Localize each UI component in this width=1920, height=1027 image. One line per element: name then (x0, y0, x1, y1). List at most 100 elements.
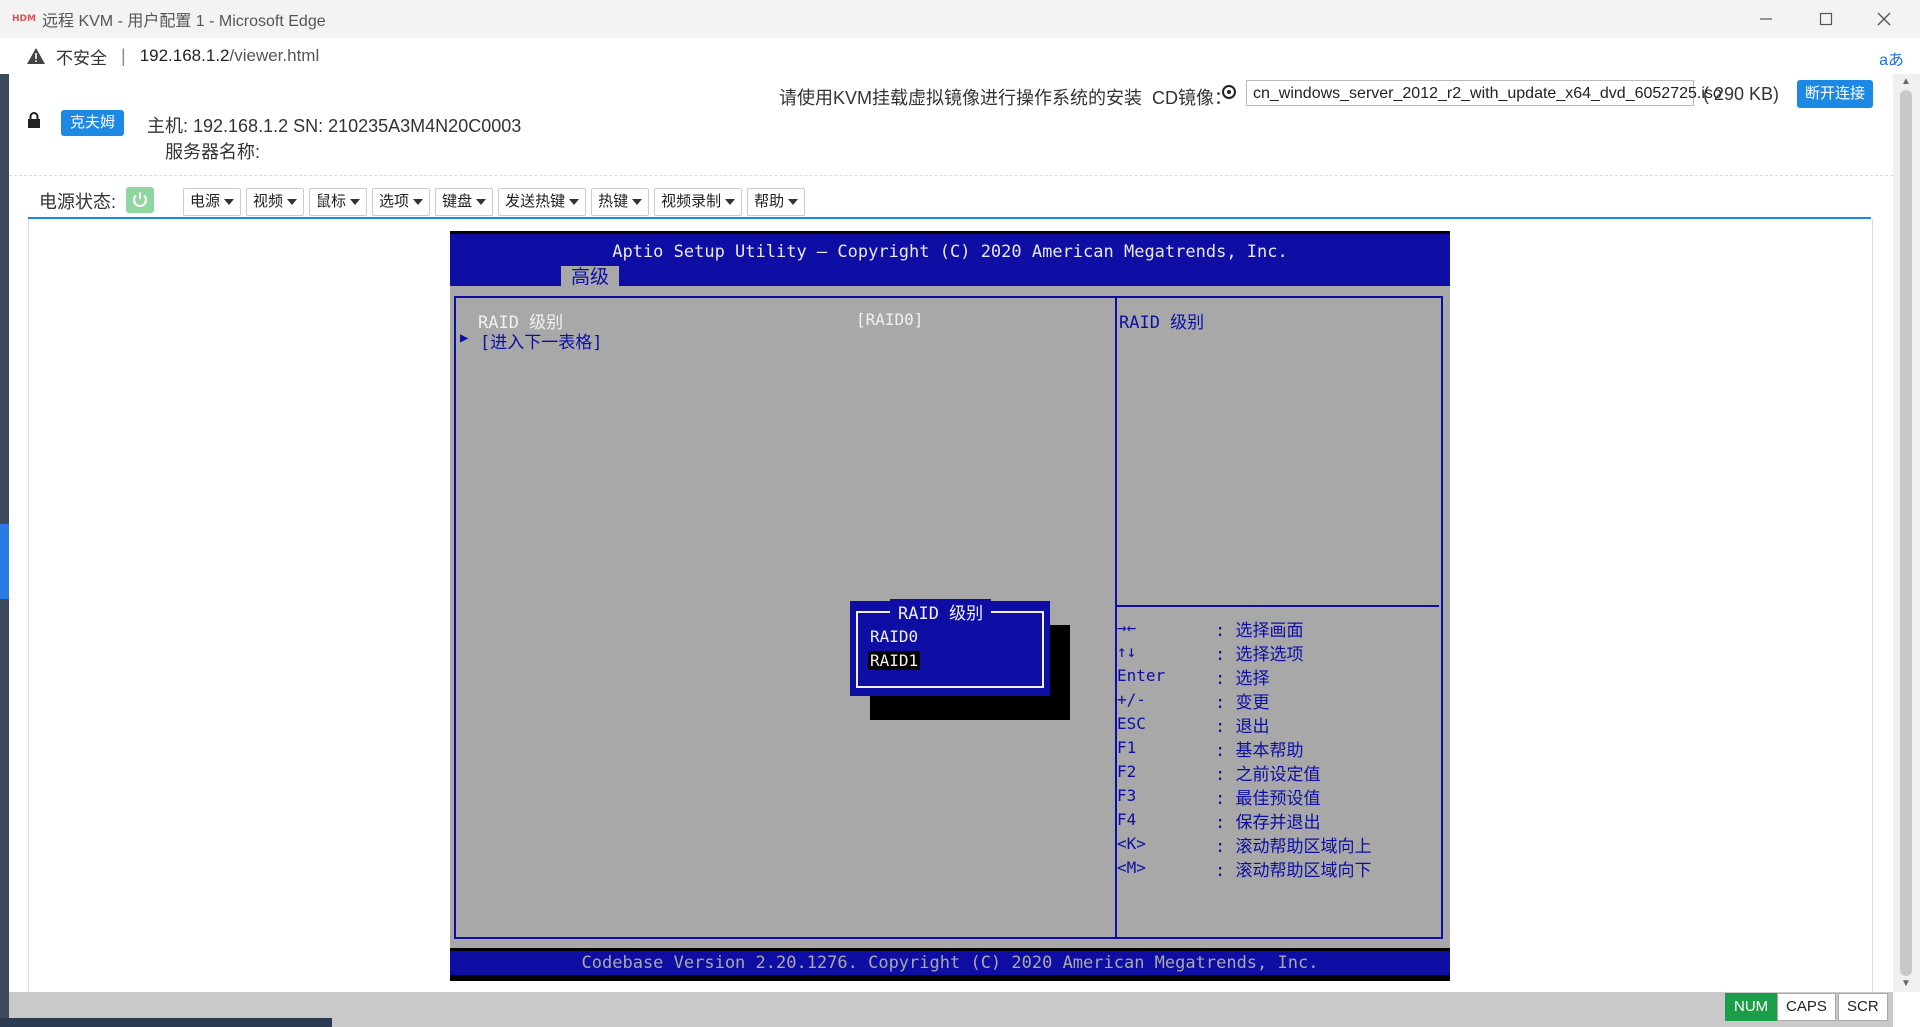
bios-help-pane: RAID 级别 →←: 选择画面 ↑↓: 选择选项 Enter: 选择 +/-:… (1115, 296, 1443, 939)
key-desc: : 退出 (1215, 717, 1270, 737)
host-info: 主机: 192.168.1.2 SN: 210235A3M4N20C0003 (147, 116, 522, 136)
caret-down-icon (632, 199, 643, 206)
cd-image-field[interactable]: cn_windows_server_2012_r2_with_update_x6… (1246, 80, 1722, 106)
key-enter: Enter (1117, 666, 1166, 685)
notice-text: 请使用KVM挂载虚拟镜像进行操作系统的安装 (779, 88, 1143, 108)
menu-options[interactable]: 选项 (372, 188, 431, 216)
key-m: <M> (1117, 858, 1146, 877)
power-status-label: 电源状态: (39, 192, 117, 212)
address-bar[interactable]: 不安全 | 192.168.1.2/viewer.html aあ (0, 38, 1920, 74)
menu-label: 视频 (253, 193, 284, 210)
left-edge-highlight (0, 524, 9, 599)
status-bar: NUM CAPS SCR (0, 992, 1893, 1027)
key-f2: F2 (1117, 762, 1137, 781)
menu-video[interactable]: 视频 (246, 188, 305, 216)
kvm-toolbar: 电源状态: 电源 视频 鼠标 选项 键盘 发送热键 热键 视频录制 帮助 (9, 178, 1893, 218)
menu-help[interactable]: 帮助 (747, 188, 806, 216)
maximize-button[interactable] (1798, 0, 1854, 38)
title-bar: HDM 远程 KVM - 用户配置 1 - Microsoft Edge (0, 0, 1920, 38)
browser-window: HDM 远程 KVM - 用户配置 1 - Microsoft Edge 不安全… (0, 0, 1920, 1027)
remote-screen[interactable]: Aptio Setup Utility – Copyright (C) 2020… (450, 231, 1450, 981)
taskbar-edge (0, 1018, 332, 1027)
key-f1: F1 (1117, 738, 1137, 757)
disconnect-button[interactable]: 断开连接 (1797, 80, 1873, 108)
power-status-button[interactable] (126, 187, 154, 213)
menu-send-hotkey[interactable]: 发送热键 (498, 188, 587, 216)
kvm-header: 克夫姆 主机: 192.168.1.2 SN: 210235A3M4N20C00… (9, 74, 1893, 174)
key-f4: F4 (1117, 810, 1137, 829)
menu-label: 鼠标 (316, 193, 347, 210)
app-icon: HDM (12, 14, 36, 24)
caret-down-icon (350, 199, 361, 206)
url-text[interactable]: 192.168.1.2/viewer.html (140, 46, 320, 66)
caret-down-icon (725, 199, 736, 206)
lock-icon (28, 112, 40, 128)
key-desc: : 最佳预设值 (1215, 789, 1321, 809)
caret-down-icon (413, 199, 424, 206)
scroll-lock-indicator: SCR (1838, 993, 1888, 1021)
key-desc: : 滚动帮助区域向下 (1215, 861, 1372, 881)
key-desc: : 滚动帮助区域向上 (1215, 837, 1372, 857)
key-desc: : 之前设定值 (1215, 765, 1321, 785)
bios-footer: Codebase Version 2.20.1276. Copyright (C… (450, 951, 1450, 975)
menu-label: 视频录制 (661, 193, 722, 210)
help-title: RAID 级别 (1119, 313, 1205, 333)
bios-title: Aptio Setup Utility – Copyright (C) 2020… (612, 242, 1288, 262)
caret-down-icon (476, 199, 487, 206)
address-separator: | (121, 45, 126, 66)
setting-next-form[interactable]: [进入下一表格] (480, 328, 602, 353)
window-title: 远程 KVM - 用户配置 1 - Microsoft Edge (42, 13, 326, 30)
key-plus-minus: +/- (1117, 690, 1146, 709)
user-button[interactable]: 克夫姆 (61, 110, 125, 136)
popup-title: RAID 级别 (890, 599, 992, 624)
menu-keyboard[interactable]: 键盘 (435, 188, 494, 216)
security-label[interactable]: 不安全 (56, 44, 107, 69)
install-notice: 请使用KVM挂载虚拟镜像进行操作系统的安装 CD镜像： (779, 84, 1232, 110)
menu-label: 选项 (379, 193, 410, 210)
bios-tab-advanced[interactable]: 高级 (561, 266, 619, 288)
key-arrows-ud: ↑↓ (1117, 642, 1137, 661)
caret-down-icon (224, 199, 235, 206)
key-f3: F3 (1117, 786, 1137, 805)
menu-label: 电源 (190, 193, 221, 210)
url-path: /viewer.html (229, 46, 320, 65)
num-lock-indicator: NUM (1725, 993, 1778, 1021)
scrollbar-thumb[interactable] (1900, 90, 1912, 976)
maximize-icon (1819, 12, 1833, 26)
key-desc: : 变更 (1215, 693, 1270, 713)
url-host: 192.168.1.2 (139, 46, 230, 65)
help-divider (1117, 605, 1439, 607)
menu-hotkey[interactable]: 热键 (591, 188, 650, 216)
caret-down-icon (569, 199, 580, 206)
key-k: <K> (1117, 834, 1146, 853)
popup-option-raid1[interactable]: RAID1 (868, 651, 921, 670)
page-scrollbar[interactable]: ▲ ▼ (1893, 74, 1920, 992)
read-aloud-icon[interactable]: aあ (1879, 46, 1904, 70)
caret-down-icon (287, 199, 298, 206)
key-desc: : 选择画面 (1215, 621, 1304, 641)
menu-label: 帮助 (754, 193, 785, 210)
minimize-button[interactable] (1738, 0, 1794, 38)
raid-level-popup[interactable]: RAID 级别 RAID0 RAID1 (850, 599, 1050, 696)
key-desc: : 选择选项 (1215, 645, 1304, 665)
close-icon (1877, 12, 1891, 26)
setting-raid-level-value[interactable]: [RAID0] (856, 310, 923, 329)
header-divider (9, 175, 1893, 176)
menu-video-record[interactable]: 视频录制 (654, 188, 743, 216)
popup-option-raid0[interactable]: RAID0 (870, 627, 918, 646)
menu-mouse[interactable]: 鼠标 (309, 188, 368, 216)
scroll-down-icon[interactable]: ▼ (1901, 978, 1911, 989)
scroll-up-icon[interactable]: ▲ (1901, 76, 1911, 87)
menu-power[interactable]: 电源 (183, 188, 242, 216)
key-desc: : 基本帮助 (1215, 741, 1304, 761)
menu-label: 发送热键 (505, 193, 566, 210)
submenu-arrow-icon: ▶ (460, 330, 469, 346)
warning-icon[interactable] (26, 47, 46, 65)
close-button[interactable] (1856, 0, 1912, 38)
key-desc: : 选择 (1215, 669, 1270, 689)
menu-label: 键盘 (442, 193, 473, 210)
minimize-icon (1760, 18, 1772, 20)
cd-size: ( 290 KB) (1703, 84, 1780, 104)
power-icon (133, 192, 147, 207)
key-desc: : 保存并退出 (1215, 813, 1321, 833)
